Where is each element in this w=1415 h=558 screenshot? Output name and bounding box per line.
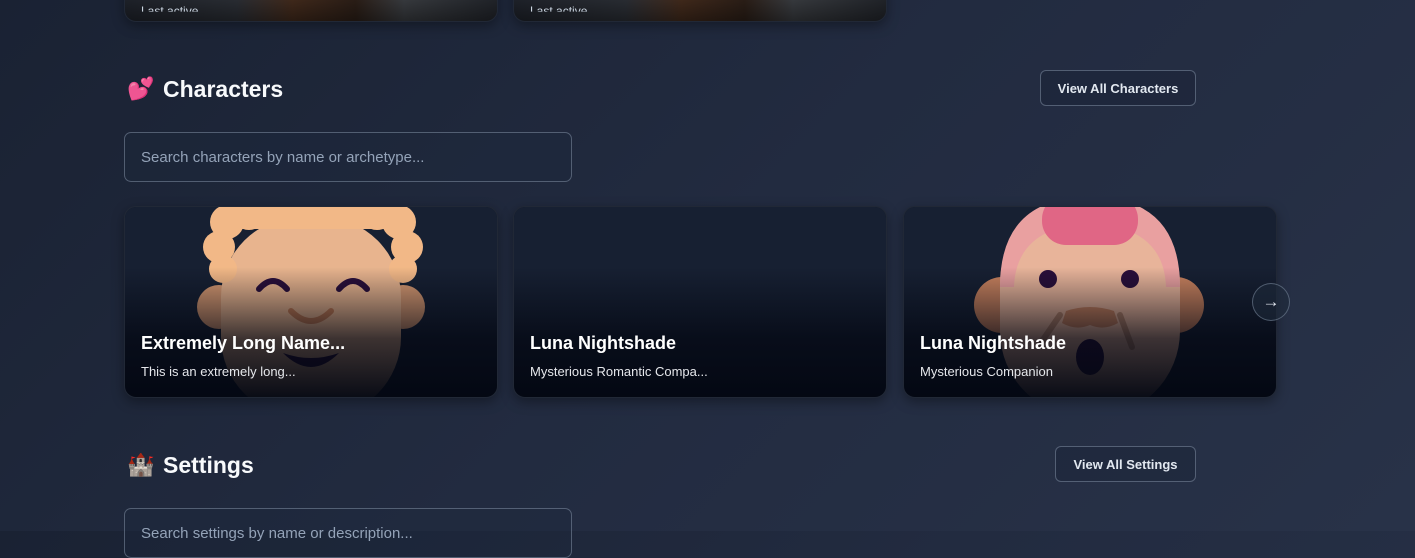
character-card[interactable]: Luna Nightshade Mysterious Companion — [903, 206, 1277, 398]
character-name: Luna Nightshade — [920, 333, 1067, 353]
arrow-right-icon: → — [1262, 292, 1280, 311]
character-name: Luna Nightshade — [530, 333, 677, 353]
character-description: Mysterious Romantic Compa... — [530, 364, 708, 379]
characters-title: Characters — [163, 76, 284, 102]
view-all-characters-button[interactable]: View All Characters — [1040, 70, 1196, 106]
previous-card-1[interactable]: Last active — [124, 0, 498, 22]
settings-heading: 🏰 Settings — [127, 452, 254, 479]
castle-icon: 🏰 — [127, 451, 155, 477]
view-all-settings-button[interactable]: View All Settings — [1055, 446, 1196, 482]
two-hearts-icon: 💕 — [127, 75, 155, 101]
previous-card-2[interactable]: Last active — [513, 0, 887, 22]
settings-title: Settings — [163, 452, 254, 478]
characters-heading: 💕 Characters — [127, 76, 283, 103]
settings-search-input[interactable] — [124, 508, 572, 558]
characters-search-input[interactable] — [124, 132, 572, 182]
carousel-next-button[interactable]: → — [1252, 283, 1290, 321]
character-card[interactable]: Extremely Long Name... This is an extrem… — [124, 206, 498, 398]
character-description: This is an extremely long... — [141, 364, 296, 379]
character-name: Extremely Long Name... — [141, 333, 346, 353]
character-description: Mysterious Companion — [920, 364, 1053, 379]
character-card[interactable]: Luna Nightshade Mysterious Romantic Comp… — [513, 206, 887, 398]
